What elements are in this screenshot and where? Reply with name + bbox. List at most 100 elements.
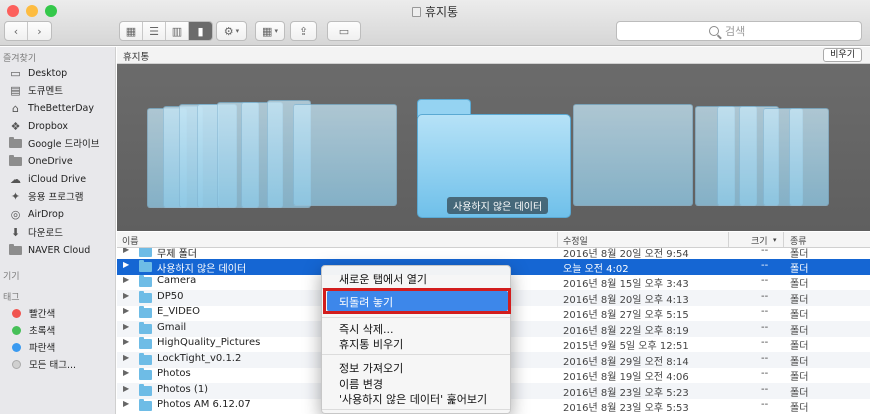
share-icon: ⇪ — [298, 24, 309, 38]
folder-icon — [9, 154, 22, 167]
trash-header-title: 휴지통 — [123, 52, 150, 63]
icon-view-button[interactable]: ▦ — [120, 22, 143, 40]
desktop-icon: ▭ — [10, 66, 21, 80]
sidebar-item-icloud-drive[interactable]: ☁ iCloud Drive — [9, 171, 86, 187]
cloud-icon: ☁ — [10, 172, 21, 186]
column-divider[interactable] — [728, 232, 729, 247]
arrange-menu-button[interactable]: ▦ ▾ — [255, 21, 285, 41]
folder-icon — [139, 368, 152, 380]
tag-icon: ▭ — [338, 24, 350, 38]
sidebar-item-applications[interactable]: ✦ 응용 프로그램 — [9, 188, 84, 204]
blue-tag-icon — [12, 342, 21, 352]
sort-descending-icon: ▾ — [773, 236, 777, 244]
coverflow-item[interactable] — [573, 104, 693, 206]
sidebar-tag-red[interactable]: 빨간색 — [9, 305, 55, 321]
disclosure-triangle-icon[interactable]: ▶ — [123, 368, 129, 377]
disclosure-triangle-icon[interactable]: ▶ — [123, 260, 129, 269]
sidebar-item-home[interactable]: ⌂ TheBetterDay — [9, 100, 94, 116]
back-button[interactable]: ‹ — [5, 22, 28, 40]
disclosure-triangle-icon[interactable]: ▶ — [123, 384, 129, 393]
sidebar-tag-blue[interactable]: 파란색 — [9, 339, 55, 355]
sidebar-item-dropbox[interactable]: ❖ Dropbox — [9, 118, 68, 134]
folder-icon — [139, 322, 152, 334]
column-divider[interactable] — [557, 232, 558, 247]
view-mode-selector: ▦ ☰ ▥ ▮ — [119, 21, 213, 41]
chevron-left-icon: ‹ — [13, 24, 19, 38]
chevron-down-icon: ▾ — [274, 27, 278, 35]
folder-icon — [139, 384, 152, 396]
window-toolbar: 휴지통 ‹ › ▦ ☰ ▥ ▮ ⚙ ▾ ▦ ▾ ⇪ ▭ 검색 — [0, 0, 870, 46]
sidebar-item-naver-cloud[interactable]: NAVER Cloud — [9, 242, 90, 258]
sidebar-item-google-drive[interactable]: Google 드라이브 — [9, 135, 99, 151]
chevron-down-icon: ▾ — [235, 27, 240, 35]
coverflow-view-button[interactable]: ▮ — [189, 22, 212, 40]
search-field[interactable]: 검색 — [616, 21, 862, 41]
coverflow-item[interactable] — [789, 108, 829, 206]
share-button[interactable]: ⇪ — [290, 21, 317, 41]
download-icon: ⬇ — [10, 225, 21, 239]
folder-icon — [9, 136, 22, 149]
sidebar-item-desktop[interactable]: ▭ Desktop — [9, 65, 67, 81]
column-header-name[interactable]: 이름 — [122, 234, 139, 247]
menu-item-delete-immediately[interactable]: 즉시 삭제... — [339, 321, 393, 337]
column-header-kind[interactable]: 종류 — [790, 234, 807, 247]
devices-header: 기기 — [3, 272, 20, 282]
column-view-button[interactable]: ▥ — [166, 22, 189, 40]
menu-item-quick-look[interactable]: '사용하지 않은 데이터' 훑어보기 — [339, 391, 487, 407]
chevron-right-icon: › — [37, 24, 42, 38]
coverflow-view[interactable]: 사용하지 않은 데이터 — [117, 64, 870, 231]
menu-item-empty-trash[interactable]: 휴지통 비우기 — [339, 336, 403, 352]
forward-button[interactable]: › — [28, 22, 51, 40]
document-icon: ▤ — [10, 83, 21, 97]
green-tag-icon — [12, 325, 21, 335]
disclosure-triangle-icon[interactable]: ▶ — [123, 275, 129, 284]
column-header-size[interactable]: 크기 — [751, 234, 768, 247]
folder-icon — [139, 275, 152, 287]
sidebar-all-tags[interactable]: 모든 태그... — [9, 356, 76, 372]
disclosure-triangle-icon[interactable]: ▶ — [123, 353, 129, 362]
list-column-header: 이름 수정일 크기 ▾ 종류 — [117, 232, 870, 248]
coverflow-view-icon: ▮ — [197, 24, 204, 38]
applications-icon: ✦ — [10, 189, 21, 203]
menu-separator — [322, 409, 510, 410]
trash-icon — [411, 7, 421, 17]
home-icon: ⌂ — [12, 101, 19, 115]
folder-icon — [9, 243, 22, 256]
red-tag-icon — [12, 308, 21, 318]
menu-item-open-in-new-tab[interactable]: 새로운 탭에서 열기 — [339, 271, 427, 287]
search-placeholder: 검색 — [725, 25, 746, 38]
navigation-buttons: ‹ › — [4, 21, 52, 41]
context-menu: 새로운 탭에서 열기 되돌려 놓기 즉시 삭제... 휴지통 비우기 정보 가져… — [321, 265, 511, 414]
sidebar-item-downloads[interactable]: ⬇ 다운로드 — [9, 224, 63, 240]
sidebar: 즐겨찾기 ▭ Desktop ▤ 도큐멘트 ⌂ TheBetterDay ❖ Dropb… — [0, 47, 116, 414]
action-menu-button[interactable]: ⚙ ▾ — [216, 21, 247, 41]
column-divider[interactable] — [783, 232, 784, 247]
disclosure-triangle-icon[interactable]: ▶ — [123, 306, 129, 315]
menu-item-get-info[interactable]: 정보 가져오기 — [339, 360, 403, 376]
favorites-header: 즐겨찾기 — [3, 54, 37, 64]
dropbox-icon: ❖ — [10, 119, 21, 133]
sidebar-item-onedrive[interactable]: OneDrive — [9, 153, 73, 169]
all-tags-icon — [12, 359, 21, 369]
sidebar-item-airdrop[interactable]: ◎ AirDrop — [9, 206, 64, 222]
column-view-icon: ▥ — [171, 24, 183, 38]
menu-item-rename[interactable]: 이름 변경 — [339, 376, 383, 392]
disclosure-triangle-icon[interactable]: ▶ — [123, 337, 129, 346]
list-view-button[interactable]: ☰ — [143, 22, 166, 40]
sidebar-item-documents[interactable]: ▤ 도큐멘트 — [9, 82, 63, 98]
disclosure-triangle-icon[interactable]: ▶ — [123, 399, 129, 408]
coverflow-item[interactable] — [293, 104, 397, 206]
window-title: 휴지통 — [0, 3, 870, 20]
folder-icon — [139, 353, 152, 365]
disclosure-triangle-icon[interactable]: ▶ — [123, 322, 129, 331]
disclosure-triangle-icon[interactable]: ▶ — [123, 291, 129, 300]
coverflow-caption: 사용하지 않은 데이터 — [447, 197, 549, 214]
folder-icon — [139, 306, 152, 318]
empty-trash-button[interactable]: 비우기 — [823, 48, 862, 62]
disclosure-triangle-icon[interactable]: ▶ — [123, 248, 129, 254]
trash-header-bar: 휴지통 비우기 — [117, 47, 870, 64]
sidebar-tag-green[interactable]: 초록색 — [9, 322, 55, 338]
edit-tags-button[interactable]: ▭ — [327, 21, 361, 41]
folder-icon — [139, 260, 152, 272]
column-header-date[interactable]: 수정일 — [563, 234, 588, 247]
